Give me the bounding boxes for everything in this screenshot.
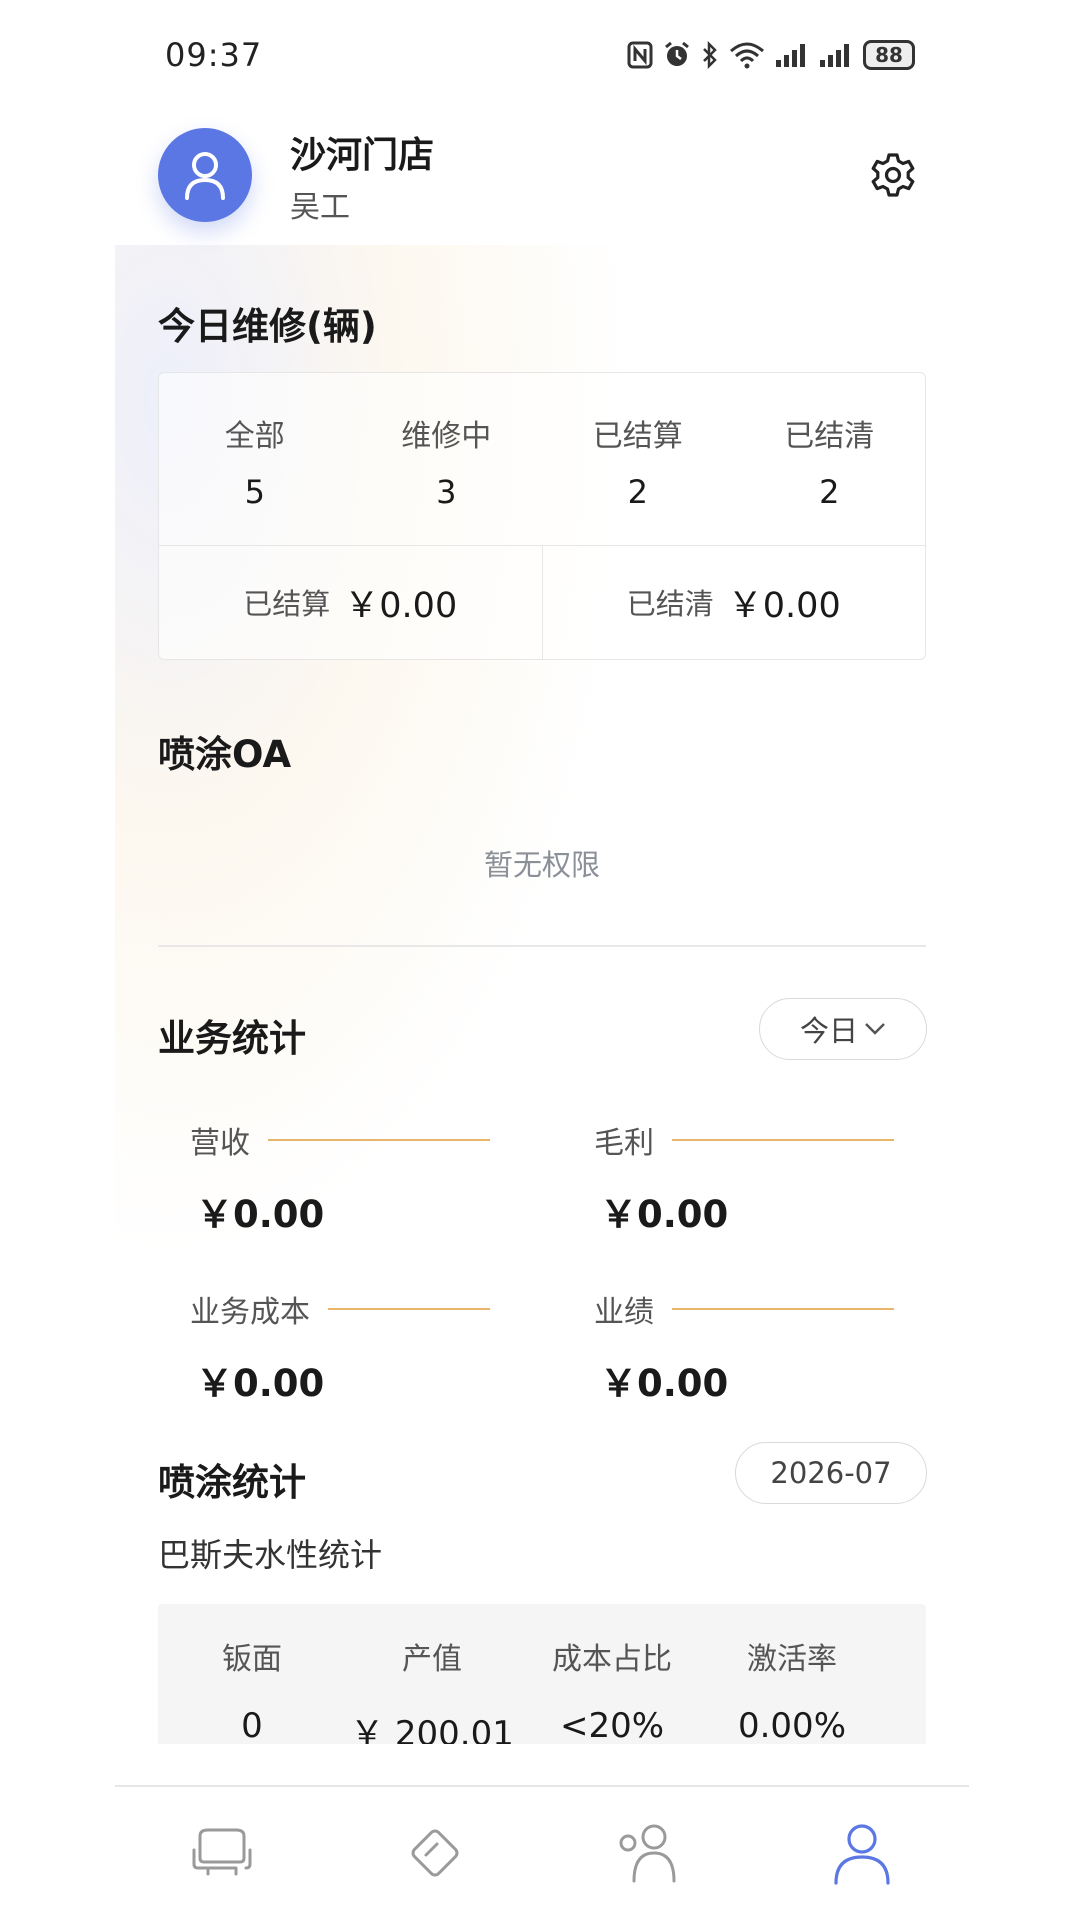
paint-value: 0 [241,1706,263,1744]
month-select-value: 2026-07 [770,1456,892,1490]
section-divider [158,945,926,947]
paint-table: 钣面 0 产值 ￥ 200.01 成本占比 <20% 激活率 0.00% [158,1604,926,1744]
stat-accent-line [328,1308,490,1310]
repair-count-settled[interactable]: 已结算 2 [542,373,734,545]
stat-label: 业绩 [594,1295,654,1330]
nav-item-workbench[interactable] [115,1786,329,1920]
paint-subtitle: 巴斯夫水性统计 [158,1536,383,1574]
repair-count-value: 5 [244,473,265,511]
repair-amount-value: ￥0.00 [344,585,458,626]
repair-card: 全部 5 维修中 3 已结算 2 已结清 2 已结算 ￥0.00 已结清 ￥0.… [158,372,926,660]
repair-amount-cleared: 已结清 ￥0.00 [541,545,926,659]
status-icons: 88 [627,40,915,70]
repair-count-cleared[interactable]: 已结清 2 [734,373,926,545]
repair-amount-value: ￥0.00 [727,585,841,626]
paint-title: 喷涂统计 [158,1461,306,1504]
month-select[interactable]: 2026-07 [735,1442,927,1504]
stat-value: ￥0.00 [600,1193,729,1236]
paint-value: ￥ 200.01 [350,1714,514,1744]
repair-count-value: 2 [627,473,648,511]
chevron-down-icon [865,1023,885,1035]
user-icon [185,152,225,200]
repair-amount-label: 已结算 [243,587,331,621]
stat-value: ￥0.00 [196,1362,325,1405]
stat-accent-line [268,1139,490,1141]
nav-item-profile[interactable] [756,1786,970,1920]
alarm-icon [665,41,689,66]
avatar[interactable] [158,128,252,222]
signal-icon [776,44,805,67]
stat-business-cost: 业务成本 ￥0.00 [190,1287,490,1407]
paint-col-panels: 钣面 0 [162,1604,342,1744]
wifi-icon [730,42,764,69]
stat-value: ￥0.00 [196,1193,325,1236]
stat-label: 营收 [190,1126,250,1161]
repair-count-label: 全部 [224,419,285,454]
repair-title: 今日维修(辆) [158,305,377,348]
nav-item-orders[interactable] [329,1786,543,1920]
repair-count-label: 已结清 [784,419,875,454]
stat-accent-line [672,1308,894,1310]
repair-counts: 全部 5 维修中 3 已结算 2 已结清 2 [159,373,925,546]
stat-performance: 业绩 ￥0.00 [594,1287,894,1407]
repair-count-value: 3 [436,473,457,511]
repair-count-value: 2 [819,473,840,511]
stat-revenue: 营收 ￥0.00 [190,1118,490,1238]
paint-value: <20% [559,1706,665,1744]
gear-icon [871,153,915,197]
business-title: 业务统计 [158,1017,306,1060]
paint-header: 激活率 [747,1642,837,1677]
store-name: 沙河门店 [290,135,435,176]
stat-value: ￥0.00 [600,1362,729,1405]
stat-accent-line [672,1139,894,1141]
user-name: 吴工 [290,190,350,225]
bottom-nav [115,1786,969,1920]
nfc-icon [627,41,653,69]
repair-count-in-progress[interactable]: 维修中 3 [351,373,543,545]
oa-title: 喷涂OA [158,733,292,776]
nav-item-customers[interactable] [542,1786,756,1920]
paint-col-output: 产值 ￥ 200.01 [342,1604,522,1744]
stat-label: 毛利 [594,1126,654,1161]
status-bar: 09:37 88 [165,30,915,80]
stat-label: 业务成本 [190,1295,310,1330]
car-seat-icon [192,1828,252,1876]
period-select[interactable]: 今日 [759,998,927,1060]
team-icon [619,1824,676,1883]
settings-button[interactable] [870,152,916,198]
repair-count-label: 维修中 [401,419,492,454]
paint-header: 产值 [402,1642,462,1677]
repair-amount-label: 已结清 [626,587,714,621]
tag-icon [411,1829,459,1877]
status-time: 09:37 [165,36,263,74]
repair-amounts: 已结算 ￥0.00 已结清 ￥0.00 [159,545,925,659]
battery-icon: 88 [863,40,915,70]
repair-count-all[interactable]: 全部 5 [159,373,351,545]
paint-col-cost-ratio: 成本占比 <20% [522,1604,702,1744]
period-select-value: 今日 [799,1014,858,1048]
no-permission-text: 暂无权限 [483,848,600,882]
profile-icon [834,1824,890,1885]
paint-header: 成本占比 [552,1642,672,1677]
stat-gross-profit: 毛利 ￥0.00 [594,1118,894,1238]
bluetooth-icon [703,41,717,69]
paint-value: 0.00% [737,1706,846,1744]
signal-icon [820,44,849,67]
paint-col-activation: 激活率 0.00% [702,1604,882,1744]
repair-count-label: 已结算 [592,419,683,454]
paint-header: 钣面 [222,1642,282,1677]
repair-amount-settled: 已结算 ￥0.00 [159,545,542,659]
